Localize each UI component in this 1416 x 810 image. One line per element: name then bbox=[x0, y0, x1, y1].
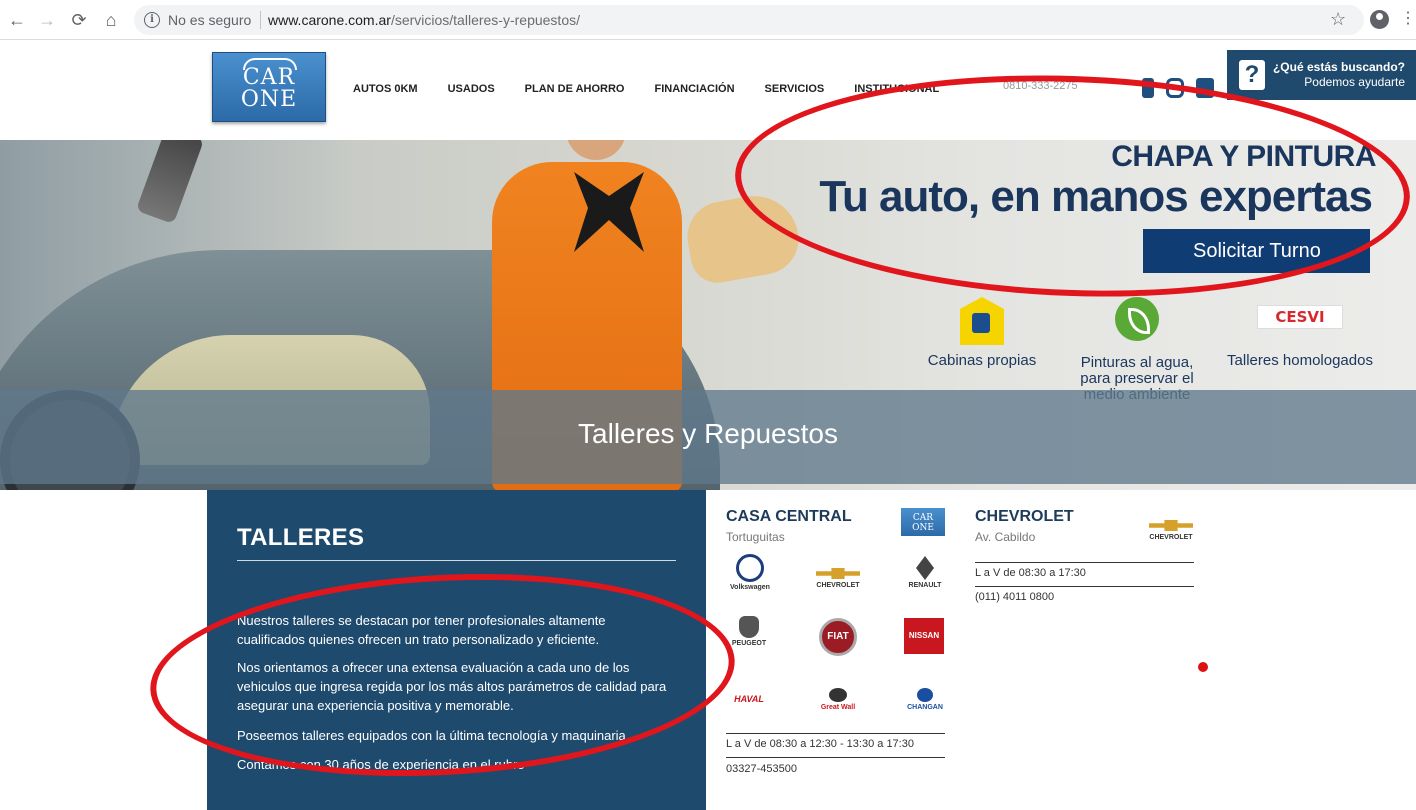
spray-gun-image bbox=[135, 140, 205, 225]
promo-title: Tu auto, en manos expertas bbox=[819, 172, 1373, 221]
nav-autos-0km[interactable]: AUTOS 0KM bbox=[353, 83, 418, 95]
youtube-icon[interactable] bbox=[1196, 78, 1214, 98]
great-wall-icon bbox=[829, 688, 847, 702]
url-path: /servicios/talleres-y-repuestos/ bbox=[390, 12, 580, 28]
nissan-icon: NISSAN bbox=[904, 618, 944, 654]
divider bbox=[975, 586, 1194, 587]
brand-great-wall[interactable]: Great Wall bbox=[816, 688, 860, 711]
talleres-paragraph-2: Nos orientamos a ofrecer una extensa eva… bbox=[237, 660, 667, 713]
brand-peugeot[interactable]: PEUGEOT bbox=[726, 616, 772, 647]
site-header: CAR ONE AUTOS 0KM USADOS PLAN DE AHORRO … bbox=[0, 40, 1416, 140]
feature-pinturas: Pinturas al agua, para preservar el medi… bbox=[1070, 297, 1204, 403]
brand-fiat[interactable]: FIAT bbox=[817, 618, 859, 658]
info-icon[interactable]: i bbox=[144, 12, 160, 28]
central-hours: L a V de 08:30 a 12:30 - 13:30 a 17:30 bbox=[726, 738, 914, 750]
help-title: ¿Qué estás buscando? bbox=[1272, 60, 1405, 74]
divider bbox=[726, 757, 945, 758]
back-button[interactable]: ← bbox=[6, 9, 28, 31]
carone-logo[interactable]: CAR ONE bbox=[212, 52, 326, 122]
divider bbox=[726, 733, 945, 734]
feature-label: Talleres homologados bbox=[1227, 352, 1373, 369]
talleres-title: TALLERES bbox=[237, 524, 365, 551]
branch-chevrolet: CHEVROLET Av. Cabildo bbox=[975, 508, 1074, 544]
hero-banner: CHAPA Y PINTURA Tu auto, en manos expert… bbox=[0, 140, 1416, 490]
main-nav: AUTOS 0KM USADOS PLAN DE AHORRO FINANCIA… bbox=[353, 83, 939, 95]
branch-title: CHEVROLET bbox=[975, 508, 1074, 525]
branch-title: CASA CENTRAL bbox=[726, 508, 852, 525]
fiat-icon: FIAT bbox=[819, 618, 857, 656]
divider bbox=[975, 562, 1194, 563]
carone-logo-small: CAR ONE bbox=[901, 508, 945, 536]
page-title: Talleres y Repuestos bbox=[578, 418, 838, 449]
menu-icon[interactable]: ⋮ bbox=[1400, 9, 1416, 29]
chevrolet-icon bbox=[1149, 520, 1193, 531]
nav-institucional[interactable]: INSTITUCIONAL bbox=[854, 83, 939, 95]
brand-chevrolet-logo[interactable]: CHEVROLET bbox=[1148, 520, 1194, 541]
person-head bbox=[566, 140, 626, 160]
help-box[interactable]: ? ¿Qué estás buscando? Podemos ayudarte bbox=[1227, 50, 1416, 100]
reload-button[interactable]: ⟳ bbox=[68, 9, 90, 31]
brand-volkswagen[interactable]: Volkswagen bbox=[726, 554, 774, 591]
nav-plan-de-ahorro[interactable]: PLAN DE AHORRO bbox=[525, 83, 625, 95]
nav-servicios[interactable]: SERVICIOS bbox=[765, 83, 825, 95]
brand-changan[interactable]: CHANGAN bbox=[903, 688, 947, 711]
palette-image bbox=[681, 189, 805, 287]
record-icon bbox=[1198, 662, 1208, 672]
facebook-icon[interactable] bbox=[1142, 78, 1154, 98]
talleres-paragraph-3: Poseemos talleres equipados con la últim… bbox=[237, 728, 630, 743]
cesvi-logo: CESVI bbox=[1257, 305, 1343, 329]
chevrolet-phone[interactable]: (011) 4011 0800 bbox=[975, 591, 1054, 603]
renault-icon bbox=[916, 556, 934, 580]
central-phone[interactable]: 03327-453500 bbox=[726, 763, 797, 775]
url-text[interactable]: www.carone.com.ar/servicios/talleres-y-r… bbox=[268, 12, 580, 28]
url-host: www.carone.com.ar bbox=[268, 12, 391, 28]
logo-line1: CAR bbox=[242, 65, 296, 90]
changan-icon bbox=[917, 688, 933, 702]
feature-label: Cabinas propias bbox=[927, 352, 1037, 369]
peugeot-icon bbox=[739, 616, 759, 638]
home-button[interactable]: ⌂ bbox=[100, 9, 122, 31]
talleres-paragraph-4: Contamos con 30 años de experiencia en e… bbox=[237, 757, 525, 772]
forward-button[interactable]: → bbox=[36, 9, 58, 31]
feature-homologados: CESVI Talleres homologados bbox=[1218, 297, 1382, 369]
chevrolet-icon bbox=[816, 568, 860, 579]
cabin-icon bbox=[960, 297, 1004, 345]
brand-nissan[interactable]: NISSAN bbox=[903, 618, 945, 656]
instagram-icon[interactable] bbox=[1166, 78, 1184, 98]
browser-toolbar: ← → ⟳ ⌂ i No es seguro www.carone.com.ar… bbox=[0, 0, 1416, 40]
divider bbox=[237, 560, 676, 561]
security-label[interactable]: No es seguro bbox=[168, 12, 251, 28]
brand-haval[interactable]: HAVAL bbox=[727, 694, 771, 704]
promo-subtitle: CHAPA Y PINTURA bbox=[1111, 140, 1376, 173]
page-title-band: Talleres y Repuestos bbox=[0, 390, 1416, 484]
logo-line2: ONE bbox=[240, 87, 298, 112]
chevrolet-hours: L a V de 08:30 a 17:30 bbox=[975, 567, 1086, 579]
leaf-icon bbox=[1115, 297, 1159, 341]
branch-casa-central: CASA CENTRAL Tortuguitas bbox=[726, 508, 852, 544]
talleres-paragraph-1: Nuestros talleres se destacan por tener … bbox=[237, 613, 606, 647]
help-subtitle: Podemos ayudarte bbox=[1304, 75, 1405, 89]
branch-location: Tortuguitas bbox=[726, 530, 785, 544]
brand-chevrolet[interactable]: CHEVROLET bbox=[815, 568, 861, 589]
address-bar[interactable]: i No es seguro www.carone.com.ar/servici… bbox=[134, 5, 1364, 35]
branch-location: Av. Cabildo bbox=[975, 530, 1036, 544]
volkswagen-icon bbox=[736, 554, 764, 582]
nav-usados[interactable]: USADOS bbox=[448, 83, 495, 95]
question-icon: ? bbox=[1239, 60, 1265, 90]
nav-financiacion[interactable]: FINANCIACIÓN bbox=[654, 83, 734, 95]
feature-cabinas: Cabinas propias bbox=[922, 297, 1042, 369]
solicitar-turno-button[interactable]: Solicitar Turno bbox=[1143, 229, 1370, 273]
brand-renault[interactable]: RENAULT bbox=[902, 556, 948, 589]
header-phone[interactable]: 0810-333-2275 bbox=[1003, 80, 1078, 92]
divider bbox=[260, 11, 261, 29]
star-icon[interactable]: ☆ bbox=[1330, 9, 1346, 29]
talleres-panel: TALLERES Nuestros talleres se destacan p… bbox=[207, 490, 706, 810]
account-icon[interactable] bbox=[1370, 10, 1389, 29]
